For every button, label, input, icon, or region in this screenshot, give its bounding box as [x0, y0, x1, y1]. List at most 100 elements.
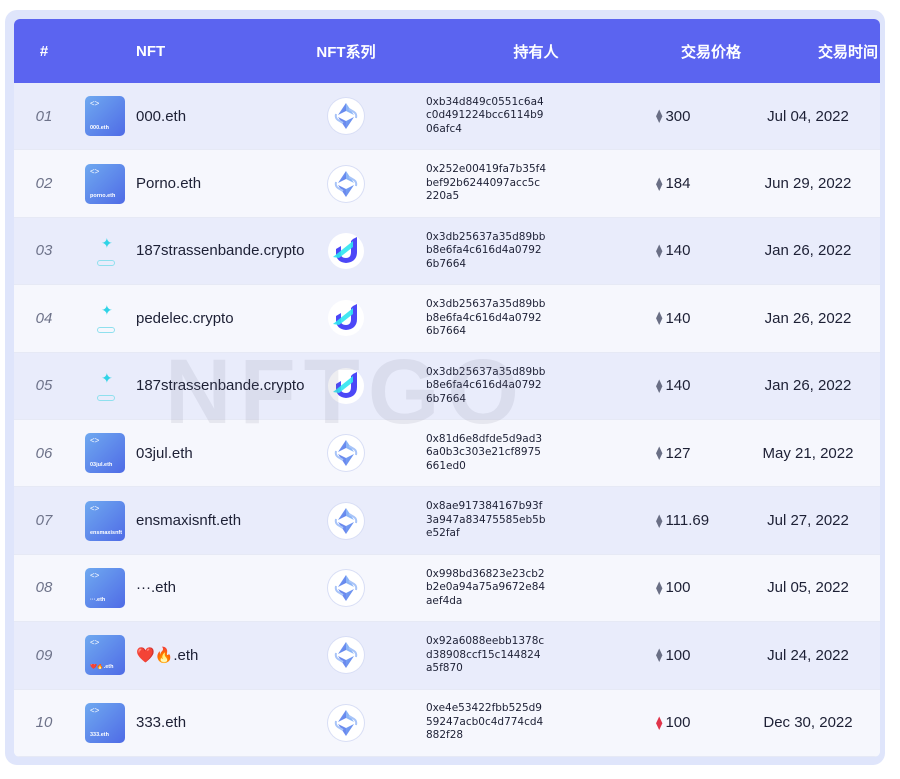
- owner-cell: 0x3db25637a35d89bbb8e6fa4c616d4a07926b76…: [386, 366, 606, 407]
- ud-tile-icon: ✦: [85, 231, 125, 271]
- owner-address-link[interactable]: 0x3db25637a35d89bbb8e6fa4c616d4a07926b76…: [426, 366, 546, 407]
- collection-cell[interactable]: [306, 165, 386, 202]
- ens-icon: [328, 637, 364, 674]
- table-row[interactable]: 05 ✦ 187strassenbande.crypto 0x3db25637a35d…: [14, 352, 880, 420]
- ens-tile-icon: <> 333.eth: [85, 702, 125, 743]
- owner-address-link[interactable]: 0x92a6088eebb1378cd38908ccf15c144824a5f8…: [426, 635, 546, 676]
- owner-cell: 0xb34d849c0551c6a4c0d491224bcc6114b906af…: [386, 96, 606, 137]
- table-row[interactable]: 03 ✦ 187strassenbande.crypto 0x3db25637a35d…: [14, 217, 880, 286]
- time-cell: Jul 04, 2022: [767, 107, 849, 125]
- nft-thumbnail[interactable]: <> porno.eth: [74, 163, 136, 204]
- collection-cell[interactable]: [306, 232, 386, 269]
- rank-cell: 05: [35, 377, 53, 395]
- owner-address-link[interactable]: 0x81d6e8dfde5d9ad36a0b3c303e21cf8975661e…: [426, 433, 546, 474]
- header-owner: 持有人: [513, 43, 559, 61]
- ens-icon: [328, 569, 364, 606]
- owner-cell: 0x252e00419fa7b35f4bef92b6244097acc5c220…: [386, 163, 606, 204]
- table-row[interactable]: 08 <> ···.eth ···.eth 0x998bd36823e23cb2b2e0…: [14, 554, 880, 623]
- price-value: 140: [665, 309, 691, 327]
- time-cell: Jul 24, 2022: [767, 646, 849, 664]
- table-row[interactable]: 09 <> ❤️🔥.eth ❤️🔥.eth 0x92a6088eebb1378cd389…: [14, 622, 880, 690]
- owner-address-link[interactable]: 0xe4e53422fbb525d959247acb0c4d774cd4882f…: [426, 702, 546, 743]
- price-value: 300: [665, 107, 691, 125]
- table-row[interactable]: 01 <> 000.eth 000.eth 0xb34d849c0551c6a4c0d4…: [14, 83, 880, 151]
- collection-cell[interactable]: [306, 502, 386, 539]
- nft-name-link[interactable]: ❤️🔥.eth: [136, 646, 306, 664]
- nft-thumbnail[interactable]: <> ···.eth: [74, 567, 136, 608]
- owner-address-link[interactable]: 0x3db25637a35d89bbb8e6fa4c616d4a07926b76…: [426, 298, 546, 339]
- nft-name-link[interactable]: 187strassenbande.crypto: [136, 242, 306, 259]
- table-row[interactable]: 02 <> porno.eth Porno.eth 0x252e00419fa7b35f…: [14, 150, 880, 218]
- ens-tile-icon: <>ensmaxisnft.eth: [85, 500, 125, 541]
- time-cell: Jan 26, 2022: [764, 242, 852, 260]
- tile-label: ❤️🔥.eth: [90, 664, 114, 671]
- time-cell: Jan 26, 2022: [764, 377, 852, 395]
- collection-cell[interactable]: [306, 98, 386, 135]
- nft-name-link[interactable]: ···.eth: [136, 579, 306, 596]
- nft-name-link[interactable]: 000.eth: [136, 108, 306, 125]
- ens-tile-icon: <> 000.eth: [85, 96, 125, 137]
- nft-thumbnail[interactable]: <> 03jul.eth: [74, 433, 136, 474]
- nft-thumbnail[interactable]: <> 000.eth: [74, 96, 136, 137]
- owner-address-link[interactable]: 0x8ae917384167b93f3a947a83475585eb5be52f…: [426, 500, 546, 541]
- nft-name-link[interactable]: Porno.eth: [136, 175, 306, 192]
- price-cell: ⧫ 140: [606, 377, 736, 394]
- owner-address-link[interactable]: 0x3db25637a35d89bbb8e6fa4c616d4a07926b76…: [426, 231, 546, 272]
- owner-address-link[interactable]: 0x252e00419fa7b35f4bef92b6244097acc5c220…: [426, 163, 546, 204]
- collection-cell[interactable]: [306, 569, 386, 606]
- owner-cell: 0x92a6088eebb1378cd38908ccf15c144824a5f8…: [386, 635, 606, 676]
- tile-label: 000.eth: [90, 125, 109, 132]
- price-value: 184: [665, 175, 691, 193]
- time-cell: Jul 05, 2022: [767, 579, 849, 597]
- nft-thumbnail[interactable]: ✦: [74, 231, 136, 271]
- owner-address-link[interactable]: 0xb34d849c0551c6a4c0d491224bcc6114b906af…: [426, 96, 546, 137]
- price-value: 100: [665, 714, 691, 732]
- rank-cell: 03: [35, 242, 53, 260]
- rank-cell: 08: [35, 579, 53, 597]
- nft-thumbnail[interactable]: <> ❤️🔥.eth: [74, 635, 136, 676]
- tile-label: porno.eth: [90, 192, 116, 199]
- nft-thumbnail[interactable]: ✦: [74, 298, 136, 338]
- table-row[interactable]: 10 <> 333.eth 333.eth 0xe4e53422fbb525d95924…: [14, 689, 880, 757]
- price-value: 140: [665, 377, 691, 395]
- owner-cell: 0x81d6e8dfde5d9ad36a0b3c303e21cf8975661e…: [386, 433, 606, 474]
- owner-address-link[interactable]: 0x998bd36823e23cb2b2e0a94a75a9672e84aef4…: [426, 568, 546, 609]
- tile-label: ensmaxisnft.eth: [90, 529, 122, 536]
- price-value: 100: [665, 646, 691, 664]
- table-row[interactable]: 06 <> 03jul.eth 03jul.eth 0x81d6e8dfde5d9ad3…: [14, 419, 880, 488]
- nft-name-link[interactable]: 333.eth: [136, 714, 306, 731]
- nft-sales-table: # NFT NFT系列 持有人 交易价格 交易时间 01 <> 000.eth 000…: [14, 19, 880, 757]
- price-cell: ⧫ 184: [606, 175, 736, 192]
- time-cell: Jun 29, 2022: [764, 175, 852, 193]
- eth-icon: ⧫: [656, 310, 663, 326]
- table-row[interactable]: 04 ✦ pedelec.crypto 0x3db25637a35d89bbb8e6f…: [14, 285, 880, 353]
- nft-name-link[interactable]: 187strassenbande.crypto: [136, 377, 306, 394]
- collection-cell[interactable]: [306, 704, 386, 741]
- eth-icon: ⧫: [656, 377, 663, 393]
- table-header: # NFT NFT系列 持有人 交易价格 交易时间: [14, 19, 880, 83]
- nft-name-link[interactable]: ensmaxisnft.eth: [136, 512, 306, 529]
- price-value: 111.69: [665, 512, 710, 530]
- collection-cell[interactable]: [306, 435, 386, 472]
- price-cell: ⧫ 100: [606, 647, 736, 664]
- ens-tile-icon: <> ···.eth: [85, 567, 125, 608]
- collection-cell[interactable]: [306, 637, 386, 674]
- nft-name-link[interactable]: pedelec.crypto: [136, 310, 306, 327]
- ud-tile-icon: ✦: [85, 366, 125, 406]
- table-row[interactable]: 07<>ensmaxisnft.ethensmaxisnft.eth0x8ae9…: [14, 487, 880, 555]
- owner-cell: 0xe4e53422fbb525d959247acb0c4d774cd4882f…: [386, 702, 606, 743]
- nft-thumbnail[interactable]: ✦: [74, 366, 136, 406]
- collection-cell[interactable]: [306, 300, 386, 337]
- owner-cell: 0x3db25637a35d89bbb8e6fa4c616d4a07926b76…: [386, 231, 606, 272]
- rank-cell: 10: [35, 714, 53, 732]
- nft-thumbnail[interactable]: <> 333.eth: [74, 702, 136, 743]
- eth-icon: ⧫: [656, 579, 663, 595]
- nft-name-link[interactable]: 03jul.eth: [136, 445, 306, 462]
- tile-label: 03jul.eth: [90, 462, 113, 469]
- eth-icon: ⧫: [656, 108, 663, 124]
- collection-cell[interactable]: [306, 367, 386, 404]
- header-collection: NFT系列: [316, 43, 376, 61]
- time-cell: Jan 26, 2022: [764, 309, 852, 327]
- table-body: 01 <> 000.eth 000.eth 0xb34d849c0551c6a4c0d4…: [14, 83, 880, 757]
- nft-thumbnail[interactable]: <>ensmaxisnft.eth: [74, 500, 136, 541]
